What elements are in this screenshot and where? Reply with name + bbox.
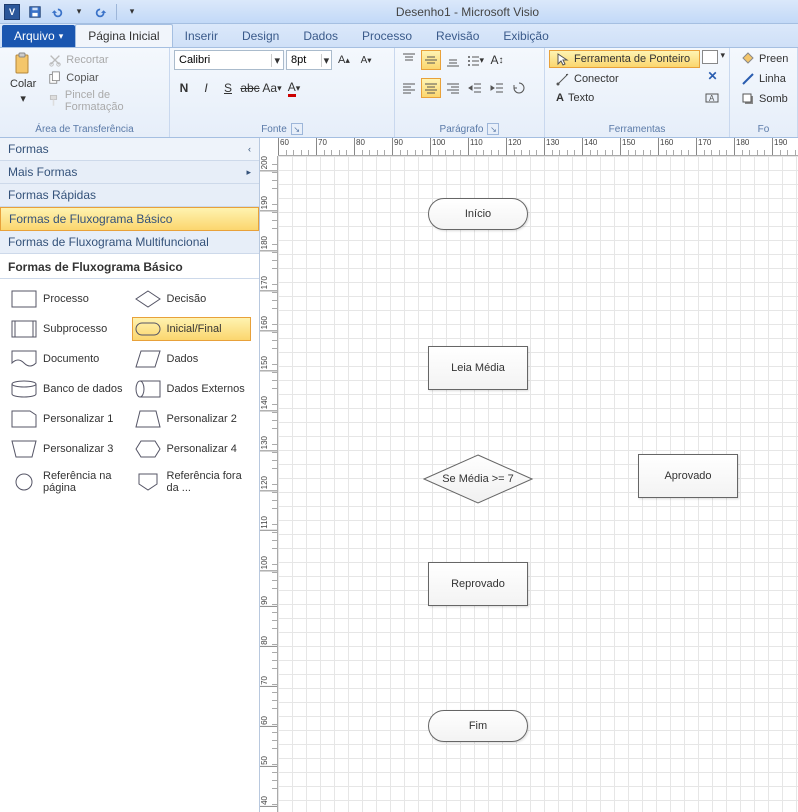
connector-tool-button[interactable]: Conector xyxy=(549,70,700,88)
shape-personalizar-2[interactable]: Personalizar 2 xyxy=(132,407,252,431)
align-right-icon[interactable] xyxy=(443,78,463,98)
pointer-tool-button[interactable]: Ferramenta de Ponteiro xyxy=(549,50,700,68)
text-tool-button[interactable]: ATexto xyxy=(549,90,700,106)
align-middle-icon[interactable] xyxy=(421,50,441,70)
paste-button[interactable]: Colar▾ xyxy=(4,50,42,107)
bullets-icon[interactable]: ▾ xyxy=(465,50,485,70)
tab-revisao[interactable]: Revisão xyxy=(424,25,491,47)
align-bottom-icon[interactable] xyxy=(443,50,463,70)
more-shapes-row[interactable]: Mais Formas▸ xyxy=(0,161,259,184)
shapes-pane: Formas‹ Mais Formas▸ Formas Rápidas Form… xyxy=(0,138,260,812)
redo-icon[interactable] xyxy=(92,3,110,21)
shape-processo[interactable]: Processo xyxy=(8,287,128,311)
group-clipboard: Colar▾ Recortar Copiar Pincel de Formata… xyxy=(0,48,170,137)
flowchart-leia-media[interactable]: Leia Média xyxy=(428,346,528,390)
text-direction-icon[interactable]: A↕ xyxy=(487,50,507,70)
category-formas-rapidas[interactable]: Formas Rápidas xyxy=(0,184,259,207)
shape-referencia-pagina[interactable]: Referência na página xyxy=(8,467,128,497)
fill-button[interactable]: Preen xyxy=(734,50,795,68)
drawing-canvas[interactable]: Início Leia Média Se Média >= 7 Aprovado… xyxy=(278,156,798,812)
canvas-area: 6070809010011012013014015016017018019020… xyxy=(260,138,798,812)
shape-decisao[interactable]: Decisão xyxy=(132,287,252,311)
qat-separator xyxy=(116,4,117,20)
shape-grid: Processo Decisão Subprocesso Inicial/Fin… xyxy=(0,279,259,812)
line-button[interactable]: Linha xyxy=(734,70,795,88)
qat-customize-icon[interactable]: ▾ xyxy=(123,3,141,21)
flowchart-reprovado[interactable]: Reprovado xyxy=(428,562,528,606)
bold-icon[interactable]: N xyxy=(174,78,194,98)
shape-inicial-final[interactable]: Inicial/Final xyxy=(132,317,252,341)
svg-text:A: A xyxy=(709,94,715,103)
title-bar: V ▾ ▾ Desenho1 - Microsoft Visio xyxy=(0,0,798,24)
copy-button[interactable]: Copiar xyxy=(44,70,165,86)
shape-dados[interactable]: Dados xyxy=(132,347,252,371)
shrink-font-icon[interactable]: A▾ xyxy=(356,50,376,70)
workspace: Formas‹ Mais Formas▸ Formas Rápidas Form… xyxy=(0,138,798,812)
case-icon[interactable]: Aa▾ xyxy=(262,78,282,98)
shape-personalizar-4[interactable]: Personalizar 4 xyxy=(132,437,252,461)
font-size-combo[interactable]: ▾ xyxy=(286,50,332,70)
vertical-ruler: 2001901801701601501401301201101009080706… xyxy=(260,156,278,812)
ribbon: Colar▾ Recortar Copiar Pincel de Formata… xyxy=(0,48,798,138)
italic-icon[interactable]: I xyxy=(196,78,216,98)
tab-dados[interactable]: Dados xyxy=(291,25,350,47)
cut-button[interactable]: Recortar xyxy=(44,52,165,68)
quick-access-toolbar: ▾ ▾ xyxy=(26,3,141,21)
undo-icon[interactable] xyxy=(48,3,66,21)
shape-personalizar-1[interactable]: Personalizar 1 xyxy=(8,407,128,431)
flowchart-fim[interactable]: Fim xyxy=(428,710,528,742)
flowchart-decision[interactable]: Se Média >= 7 xyxy=(423,454,533,504)
undo-dropdown-icon[interactable]: ▾ xyxy=(70,3,88,21)
font-family-combo[interactable]: ▾ xyxy=(174,50,284,70)
align-center-icon[interactable] xyxy=(421,78,441,98)
shapes-pane-header[interactable]: Formas‹ xyxy=(0,138,259,161)
tab-inserir[interactable]: Inserir xyxy=(173,25,230,47)
shape-personalizar-3[interactable]: Personalizar 3 xyxy=(8,437,128,461)
shape-subprocesso[interactable]: Subprocesso xyxy=(8,317,128,341)
rectangle-shape-icon[interactable] xyxy=(702,50,718,64)
close-x-icon[interactable]: ✕ xyxy=(702,66,722,86)
category-fluxograma-basico[interactable]: Formas de Fluxograma Básico xyxy=(0,207,259,231)
category-fluxograma-multifuncional[interactable]: Formas de Fluxograma Multifuncional xyxy=(0,231,259,254)
decrease-indent-icon[interactable] xyxy=(465,78,485,98)
save-icon[interactable] xyxy=(26,3,44,21)
tab-exibicao[interactable]: Exibição xyxy=(491,25,560,47)
group-tools: Ferramenta de Ponteiro Conector ATexto ▾… xyxy=(545,48,730,137)
increase-indent-icon[interactable] xyxy=(487,78,507,98)
file-tab[interactable]: Arquivo▾ xyxy=(2,25,75,47)
stencil-title: Formas de Fluxograma Básico xyxy=(0,254,259,279)
shape-referencia-fora[interactable]: Referência fora da ... xyxy=(132,467,252,497)
shape-dropdown-icon[interactable]: ▾ xyxy=(720,50,725,64)
underline-icon[interactable]: S xyxy=(218,78,238,98)
ribbon-tabs: Arquivo▾ Página Inicial Inserir Design D… xyxy=(0,24,798,48)
tab-processo[interactable]: Processo xyxy=(350,25,424,47)
shadow-button[interactable]: Somb xyxy=(734,90,795,108)
font-color-icon[interactable]: A▾ xyxy=(284,78,304,98)
align-top-icon[interactable] xyxy=(399,50,419,70)
rotate-text-icon[interactable] xyxy=(509,78,529,98)
window-title: Desenho1 - Microsoft Visio xyxy=(141,5,794,19)
font-dialog-launcher[interactable]: ↘ xyxy=(291,123,303,135)
text-box-icon[interactable]: A xyxy=(702,88,722,108)
shape-documento[interactable]: Documento xyxy=(8,347,128,371)
shape-dados-externos[interactable]: Dados Externos xyxy=(132,377,252,401)
shape-banco-dados[interactable]: Banco de dados xyxy=(8,377,128,401)
strike-icon[interactable]: abc xyxy=(240,78,260,98)
align-left-icon[interactable] xyxy=(399,78,419,98)
flowchart-aprovado[interactable]: Aprovado xyxy=(638,454,738,498)
group-paragraph: ▾ A↕ Parágrafo↘ xyxy=(395,48,545,137)
flowchart-inicio[interactable]: Início xyxy=(428,198,528,230)
paragraph-dialog-launcher[interactable]: ↘ xyxy=(487,123,499,135)
grow-font-icon[interactable]: A▴ xyxy=(334,50,354,70)
tab-pagina-inicial[interactable]: Página Inicial xyxy=(75,24,172,47)
app-icon: V xyxy=(4,4,20,20)
group-font: ▾ ▾ A▴ A▾ N I S abc Aa▾ A▾ Fonte↘ xyxy=(170,48,395,137)
horizontal-ruler: 6070809010011012013014015016017018019020… xyxy=(278,138,798,156)
tab-design[interactable]: Design xyxy=(230,25,291,47)
format-painter-button[interactable]: Pincel de Formatação xyxy=(44,88,165,114)
group-format: Preen Linha Somb Fo xyxy=(730,48,798,137)
